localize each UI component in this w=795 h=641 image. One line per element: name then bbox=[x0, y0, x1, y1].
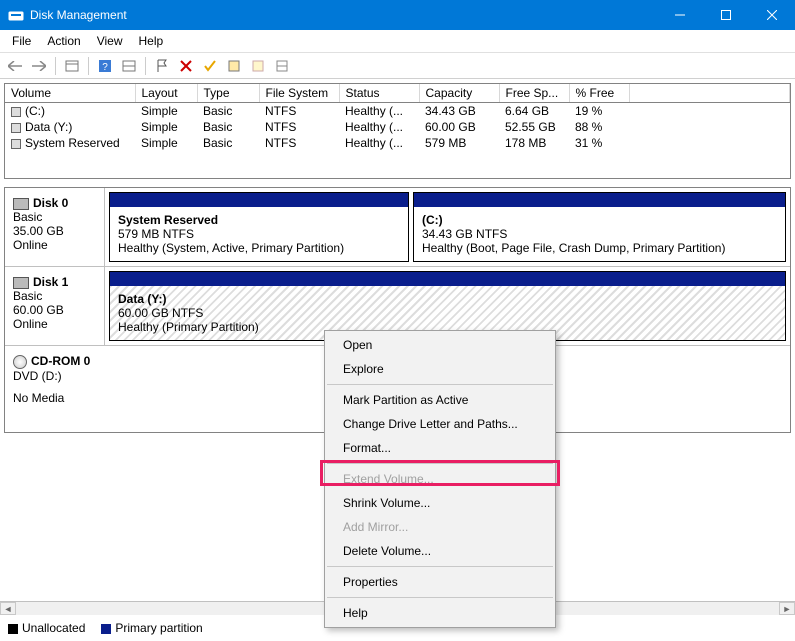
toolbar: ? bbox=[0, 53, 795, 79]
disk-row-disk0: Disk 0 Basic 35.00 GB Online System Rese… bbox=[5, 188, 790, 267]
scroll-left-icon[interactable]: ◄ bbox=[0, 602, 16, 615]
col-capacity[interactable]: Capacity bbox=[419, 84, 499, 103]
volume-icon bbox=[11, 139, 21, 149]
partition-c[interactable]: (C:) 34.43 GB NTFS Healthy (Boot, Page F… bbox=[413, 192, 786, 262]
back-icon[interactable] bbox=[4, 56, 26, 76]
volume-list[interactable]: Volume Layout Type File System Status Ca… bbox=[4, 83, 791, 179]
context-menu: Open Explore Mark Partition as Active Ch… bbox=[324, 330, 556, 628]
volume-row[interactable]: System Reserved Simple Basic NTFS Health… bbox=[5, 135, 790, 151]
disk-icon bbox=[13, 198, 29, 210]
ctx-help[interactable]: Help bbox=[325, 601, 555, 625]
properties-icon[interactable] bbox=[223, 56, 245, 76]
col-pctfree[interactable]: % Free bbox=[569, 84, 629, 103]
window-title: Disk Management bbox=[30, 8, 657, 22]
ctx-mark-active[interactable]: Mark Partition as Active bbox=[325, 388, 555, 412]
disk-label[interactable]: CD-ROM 0 DVD (D:) No Media bbox=[5, 346, 105, 432]
minimize-button[interactable] bbox=[657, 0, 703, 30]
volume-row[interactable]: (C:) Simple Basic NTFS Healthy (... 34.4… bbox=[5, 103, 790, 120]
menu-help[interactable]: Help bbox=[131, 32, 172, 50]
help-icon[interactable]: ? bbox=[94, 56, 116, 76]
menu-action[interactable]: Action bbox=[39, 32, 88, 50]
ctx-format[interactable]: Format... bbox=[325, 436, 555, 460]
list-icon[interactable] bbox=[271, 56, 293, 76]
col-spacer bbox=[629, 84, 790, 103]
legend-primary: Primary partition bbox=[101, 621, 202, 635]
view-icon[interactable] bbox=[118, 56, 140, 76]
disk-label[interactable]: Disk 0 Basic 35.00 GB Online bbox=[5, 188, 105, 266]
ctx-change-drive-letter[interactable]: Change Drive Letter and Paths... bbox=[325, 412, 555, 436]
ctx-shrink-volume[interactable]: Shrink Volume... bbox=[325, 491, 555, 515]
menu-file[interactable]: File bbox=[4, 32, 39, 50]
legend-unallocated: Unallocated bbox=[8, 621, 85, 635]
col-freespace[interactable]: Free Sp... bbox=[499, 84, 569, 103]
ctx-add-mirror: Add Mirror... bbox=[325, 515, 555, 539]
svg-text:?: ? bbox=[102, 62, 108, 73]
ctx-extend-volume: Extend Volume... bbox=[325, 467, 555, 491]
disk-label[interactable]: Disk 1 Basic 60.00 GB Online bbox=[5, 267, 105, 345]
disk-icon bbox=[13, 277, 29, 289]
close-button[interactable] bbox=[749, 0, 795, 30]
scroll-right-icon[interactable]: ► bbox=[779, 602, 795, 615]
ctx-open[interactable]: Open bbox=[325, 333, 555, 357]
calendar-icon[interactable] bbox=[61, 56, 83, 76]
maximize-button[interactable] bbox=[703, 0, 749, 30]
check-icon[interactable] bbox=[199, 56, 221, 76]
ctx-delete-volume[interactable]: Delete Volume... bbox=[325, 539, 555, 563]
delete-icon[interactable] bbox=[175, 56, 197, 76]
col-layout[interactable]: Layout bbox=[135, 84, 197, 103]
partition-system-reserved[interactable]: System Reserved 579 MB NTFS Healthy (Sys… bbox=[109, 192, 409, 262]
menu-bar: File Action View Help bbox=[0, 30, 795, 53]
legend: Unallocated Primary partition bbox=[8, 621, 203, 635]
volume-icon bbox=[11, 107, 21, 117]
title-bar: Disk Management bbox=[0, 0, 795, 30]
col-filesystem[interactable]: File System bbox=[259, 84, 339, 103]
col-type[interactable]: Type bbox=[197, 84, 259, 103]
col-volume[interactable]: Volume bbox=[5, 84, 135, 103]
cdrom-icon bbox=[13, 355, 27, 369]
col-status[interactable]: Status bbox=[339, 84, 419, 103]
forward-icon[interactable] bbox=[28, 56, 50, 76]
volume-icon bbox=[11, 123, 21, 133]
app-icon bbox=[8, 7, 24, 23]
ctx-properties[interactable]: Properties bbox=[325, 570, 555, 594]
note-icon[interactable] bbox=[247, 56, 269, 76]
volume-row[interactable]: Data (Y:) Simple Basic NTFS Healthy (...… bbox=[5, 119, 790, 135]
flag-icon[interactable] bbox=[151, 56, 173, 76]
ctx-explore[interactable]: Explore bbox=[325, 357, 555, 381]
menu-view[interactable]: View bbox=[89, 32, 131, 50]
